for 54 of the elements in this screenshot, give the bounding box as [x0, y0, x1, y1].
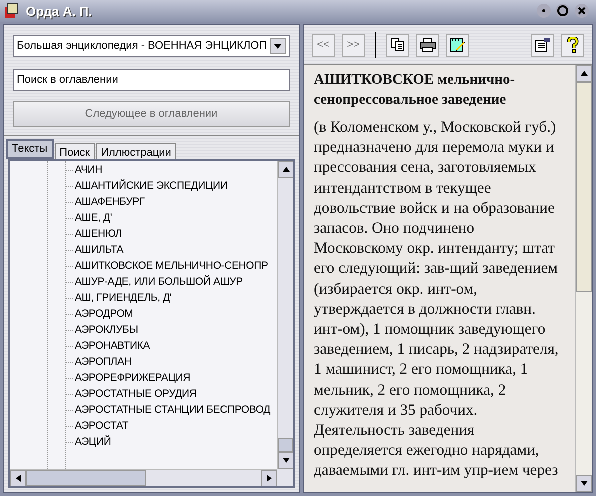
scroll-right-icon — [266, 475, 272, 482]
tab[interactable]: Тексты — [6, 139, 54, 159]
tree-item[interactable]: АЭРОСТАТНЫЕ ОРУДИЯ — [65, 386, 277, 402]
copy-button[interactable] — [386, 34, 409, 56]
tree-item[interactable]: АШЕ, Д' — [65, 210, 277, 226]
source-dropdown[interactable]: Большая энциклопедия - ВОЕННАЯ ЭНЦИКЛОП — [13, 35, 290, 57]
tree-item[interactable]: АЭРОСТАТ — [65, 418, 277, 434]
note-button[interactable] — [446, 34, 469, 56]
vertical-scrollbar[interactable] — [277, 161, 293, 469]
window-controls-icon[interactable] — [536, 3, 592, 19]
scroll-down-icon — [580, 481, 588, 486]
scroll-up-icon — [282, 167, 290, 172]
scroll-up-icon — [580, 71, 588, 76]
search-field[interactable]: Поиск в оглавлении — [13, 69, 290, 91]
tree-item[interactable]: АЭРОНАВТИКА — [65, 338, 277, 354]
printer-icon — [420, 38, 436, 52]
article-heading: АШИТКОВСКОЕ мельнично-сенопрессовальное заведение — [314, 71, 516, 110]
document-properties-icon — [534, 37, 550, 53]
back-button[interactable]: << — [312, 34, 335, 56]
scroll-thumb[interactable] — [576, 82, 592, 292]
horizontal-scrollbar[interactable] — [10, 469, 277, 486]
window-title: Орда А. П. — [26, 4, 94, 18]
help-button[interactable] — [561, 34, 584, 56]
caret-icon — [270, 38, 286, 54]
properties-button[interactable] — [531, 34, 554, 56]
tree-item[interactable]: АШЕНЮЛ — [65, 226, 277, 242]
book-icon — [4, 3, 20, 19]
scroll-down-icon — [282, 458, 290, 463]
scroll-thumb[interactable] — [26, 470, 146, 486]
tree-item[interactable]: АШАНТИЙСКИЕ ЭКСПЕДИЦИИ — [65, 178, 277, 194]
tree-item[interactable]: АШУР-АДЕ, ИЛИ БОЛЬШОЙ АШУР — [65, 274, 277, 290]
question-mark-icon — [566, 37, 578, 53]
tree-item[interactable]: АЧИН — [65, 162, 277, 178]
vertical-scrollbar[interactable] — [575, 65, 592, 492]
tree-item[interactable]: АЭРОДРОМ — [65, 306, 277, 322]
forward-button[interactable]: >> — [342, 34, 365, 56]
tree-item[interactable]: АЭРОСТАТНЫЕ СТАНЦИИ БЕСПРОВОД — [65, 402, 277, 418]
scrollbar-corner — [277, 469, 293, 486]
tree-item[interactable]: АЭЦИЙ — [65, 434, 277, 450]
tree-item[interactable]: АШАФЕНБУРГ — [65, 194, 277, 210]
tab[interactable]: Иллюстрации — [96, 143, 176, 159]
scroll-thumb[interactable] — [278, 438, 293, 452]
tree-item[interactable]: АЭРОРЕФРИЖЕРАЦИЯ — [65, 370, 277, 386]
tree-item[interactable]: АШИТКОВСКОЕ МЕЛЬНИЧНО-СЕНОПР — [65, 258, 277, 274]
print-button[interactable] — [416, 34, 439, 56]
scroll-left-icon — [16, 475, 20, 482]
article-text: (в Коломенском у., Московской губ.) предназначено для перемола муки и прессования сена, заготовляемых интендантством в текущее довольствие войск и на образование запасов. Оно подчинено Московскому окр. интенданту; штат его следующий: зав-щий заведением (избирается окр. инт-ом, утверждается в должности главн. инт-ом), 1 помощник заведующего заведением, 1 писарь, 2 надзирателя, 1 машинист, 2 его помощника, 1 мельник, 2 его помощника, 2 служителя и 35 рабочих. Деятельность заведения определяется ежегодно нарядами, даваемыми гл. инт-им упр-ием через — [314, 118, 560, 482]
tree-item[interactable]: АШИЛЬТА — [65, 242, 277, 258]
tab[interactable]: Поиск — [54, 143, 96, 159]
tree-item[interactable]: АШ, ГРИЕНДЕЛЬ, Д' — [65, 290, 277, 306]
tree-item[interactable]: АЭРОПЛАН — [65, 354, 277, 370]
copy-icon — [390, 38, 404, 52]
notepad-pencil-icon — [450, 37, 466, 53]
tree-item[interactable]: АЭРОКЛУБЫ — [65, 322, 277, 338]
